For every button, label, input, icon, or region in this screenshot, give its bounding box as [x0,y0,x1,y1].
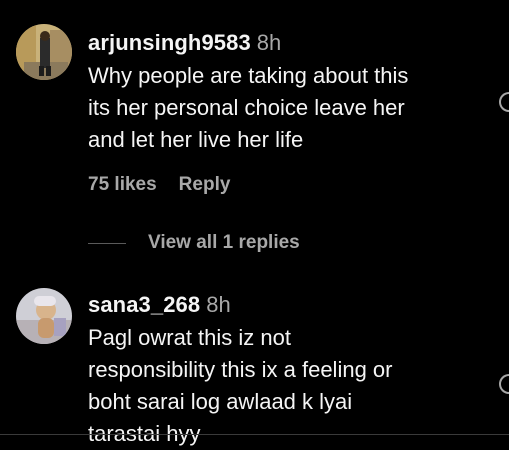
comment-header: sana3_268 8h [88,290,491,320]
divider-line [88,242,126,244]
reply-button[interactable]: Reply [179,174,231,195]
comment-header: arjunsingh9583 8h [88,28,491,58]
heart-icon[interactable] [499,92,509,112]
avatar[interactable] [16,288,72,344]
comment-text: Pagl owrat this iz not responsibility th… [88,322,491,450]
comment-line: its her personal choice leave her [88,95,405,120]
avatar-photo [16,24,72,80]
heart-icon[interactable] [499,374,509,394]
timestamp: 8h [256,30,282,55]
comment-text: Why people are taking about this its her… [88,60,491,156]
comment-actions: 75 likes Reply [88,174,491,196]
comment-line: boht sarai log awlaad k lyai [88,389,353,414]
view-replies-label[interactable]: View all 1 replies [148,232,300,254]
comment-line: responsibility this ix a feeling or [88,357,393,382]
likes-count[interactable]: 75 likes [88,174,157,195]
comment-line: Why people are taking about this [88,63,409,88]
view-replies[interactable]: View all 1 replies [88,230,300,256]
comment-line: Pagl owrat this iz not [88,325,291,350]
avatar-photo [16,288,72,344]
username[interactable]: sana3_268 [88,292,200,317]
timestamp: 8h [206,292,231,317]
comment-line: and let her live her life [88,127,304,152]
username[interactable]: arjunsingh9583 [88,30,251,55]
avatar[interactable] [16,24,72,80]
bottom-divider [0,434,509,435]
